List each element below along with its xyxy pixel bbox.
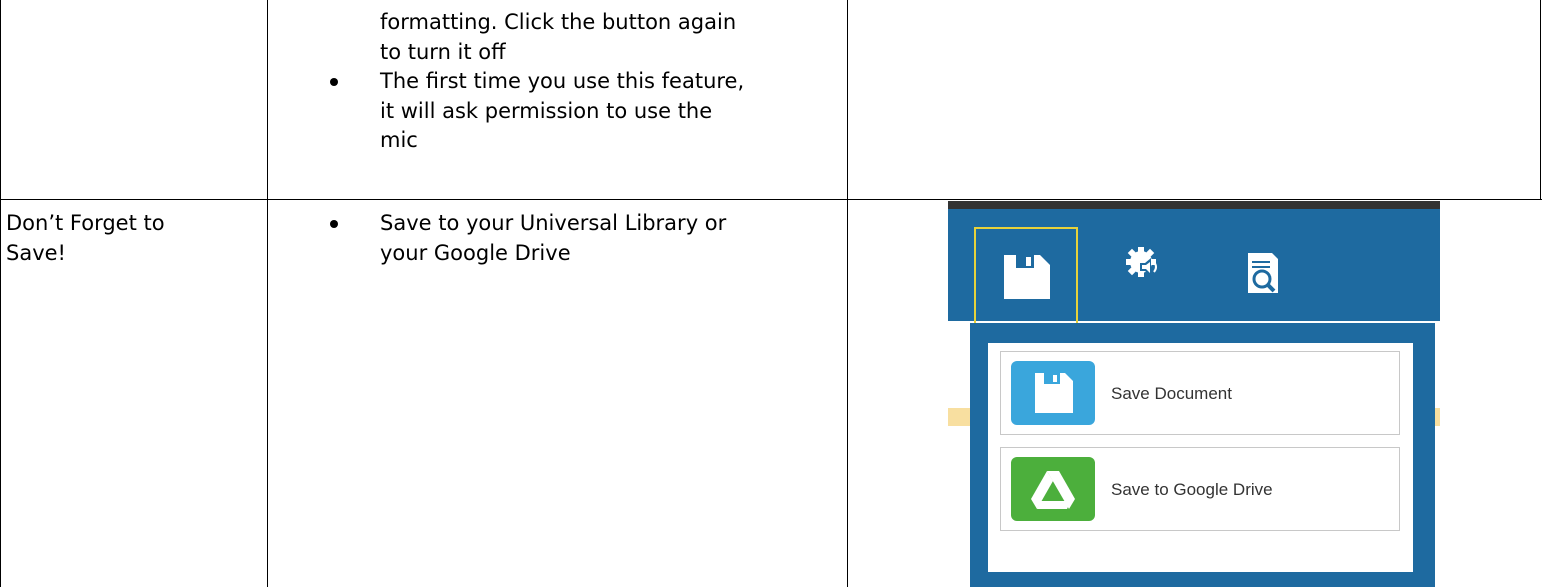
table-border-col2	[847, 0, 848, 587]
list-item-line: it will ask permission to use the	[380, 98, 713, 123]
list-item: formatting. Click the button again to tu…	[330, 8, 840, 67]
google-drive-icon	[1011, 457, 1095, 521]
save-icon[interactable]	[1004, 255, 1050, 299]
row2-title-line: Save!	[6, 240, 66, 265]
table-border-left	[0, 0, 1, 587]
save-dropdown-panel: Save Document Save to Google Drive	[988, 343, 1413, 572]
list-item: The first time you use this feature, it …	[330, 67, 840, 156]
save-menu-screenshot: Save Document Save to Google Drive	[948, 201, 1440, 587]
save-document-button[interactable]: Save Document	[1000, 351, 1400, 435]
list-item-line: Save to your Universal Library or	[380, 211, 727, 235]
document-search-icon[interactable]	[1248, 253, 1278, 293]
save-to-google-drive-button[interactable]: Save to Google Drive	[1000, 447, 1400, 531]
row2-title-line: Don’t Forget to	[6, 211, 165, 235]
table-border-right	[1540, 0, 1541, 200]
floppy-glyph	[1035, 373, 1073, 413]
list-item-line: your Google Drive	[380, 240, 571, 265]
bullet-icon	[330, 78, 338, 86]
list-item-line: formatting. Click the button again	[380, 10, 737, 34]
floppy-icon	[1011, 361, 1095, 425]
speech-settings-icon[interactable]	[1126, 247, 1162, 283]
table-row-divider	[0, 199, 1542, 200]
table-border-col1	[267, 0, 268, 587]
list-item-line: to turn it off	[380, 39, 506, 64]
row1-bullet-list: formatting. Click the button again to tu…	[330, 8, 840, 156]
list-item-line: mic	[380, 128, 418, 152]
row2-title: Don’t Forget to Save!	[6, 209, 165, 268]
drive-glyph	[1031, 471, 1075, 509]
bullet-icon	[330, 220, 338, 228]
screenshot-topbar	[948, 201, 1440, 209]
menu-item-label: Save to Google Drive	[1111, 480, 1273, 499]
list-item-line: The first time you use this feature,	[380, 69, 745, 93]
row2-bullet-list: Save to your Universal Library or your G…	[330, 209, 840, 268]
list-item: Save to your Universal Library or your G…	[330, 209, 840, 268]
menu-item-label: Save Document	[1111, 384, 1232, 403]
save-dropdown-menu: Save Document Save to Google Drive	[970, 323, 1435, 587]
